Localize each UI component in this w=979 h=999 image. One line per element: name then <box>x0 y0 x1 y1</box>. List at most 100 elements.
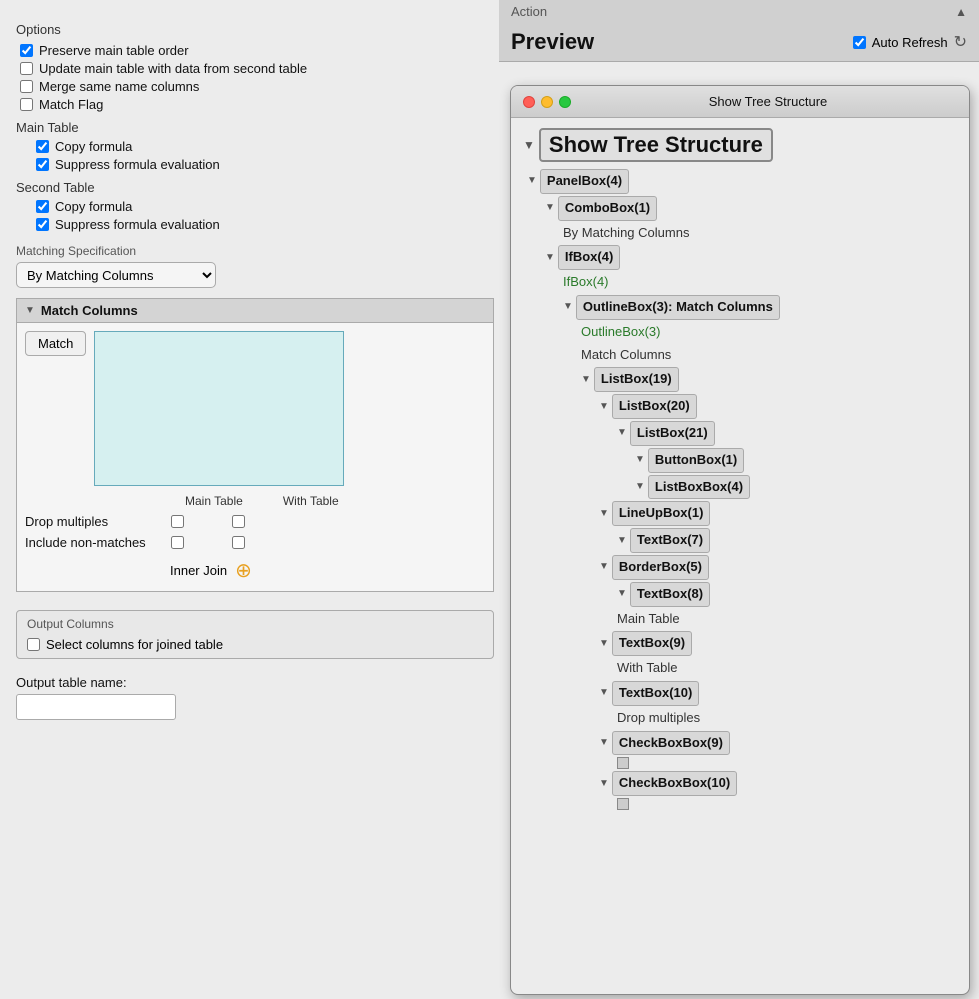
auto-refresh-row: Auto Refresh ↻ <box>853 32 967 52</box>
tree-root-node: ▼ Show Tree Structure <box>523 126 957 164</box>
output-columns-label: Output Columns <box>27 617 483 631</box>
matching-spec-select[interactable]: By Matching Columns <box>16 262 216 288</box>
tree-popup-title: Show Tree Structure <box>579 94 957 109</box>
tree-expand-icon[interactable]: ▼ <box>599 636 609 652</box>
option-merge-columns: Merge same name columns <box>16 79 494 94</box>
tree-expand-icon[interactable]: ▼ <box>635 452 645 468</box>
tree-expand-icon[interactable]: ▼ <box>599 735 609 751</box>
include-non-matches-main-checkbox[interactable] <box>171 536 184 549</box>
checkbox-merge-columns[interactable] <box>20 80 33 93</box>
match-list-area[interactable] <box>94 331 344 486</box>
checkbox-main-suppress-formula[interactable] <box>36 158 49 171</box>
checkbox-main-copy-formula[interactable] <box>36 140 49 153</box>
checkbox-second-copy-formula[interactable] <box>36 200 49 213</box>
tree-expand-icon[interactable]: ▼ <box>599 776 609 792</box>
checkbox-preserve-order[interactable] <box>20 44 33 57</box>
tree-expand-icon[interactable]: ▼ <box>599 506 609 522</box>
output-table-name-section: Output table name: <box>16 675 494 720</box>
drop-multiples-row: Drop multiples <box>25 514 485 529</box>
tree-label-bold: TextBox(10) <box>612 681 699 706</box>
tree-node: OutlineBox(3) <box>523 321 957 344</box>
tree-checkbox[interactable] <box>617 757 629 769</box>
tree-node: ▼ButtonBox(1) <box>523 447 957 474</box>
tree-label-bold: OutlineBox(3): Match Columns <box>576 295 780 320</box>
drop-multiples-with-checkbox[interactable] <box>232 515 245 528</box>
tree-node: ▼LineUpBox(1) <box>523 500 957 527</box>
tree-label-bold: ButtonBox(1) <box>648 448 744 473</box>
tree-label-bold: TextBox(9) <box>612 631 692 656</box>
close-button[interactable] <box>523 96 535 108</box>
tree-node: With Table <box>523 657 957 680</box>
include-non-matches-label: Include non-matches <box>25 535 165 550</box>
table-headers: Main Table With Table <box>25 494 485 508</box>
tree-popup-body: ▼ Show Tree Structure ▼PanelBox(4)▼Combo… <box>511 118 969 986</box>
maximize-button[interactable] <box>559 96 571 108</box>
inner-join-toggle[interactable]: ⊕ <box>235 558 252 583</box>
tree-label-bold: ListBox(19) <box>594 367 679 392</box>
tree-nodes-container: ▼PanelBox(4)▼ComboBox(1)By Matching Colu… <box>523 168 957 811</box>
tree-node: ▼IfBox(4) <box>523 244 957 271</box>
main-copy-formula: Copy formula <box>32 139 494 154</box>
tree-node <box>523 756 957 770</box>
preview-bar: Preview Auto Refresh ↻ <box>499 23 979 62</box>
checkbox-match-flag[interactable] <box>20 98 33 111</box>
tree-node: ▼ComboBox(1) <box>523 195 957 222</box>
match-button[interactable]: Match <box>25 331 86 356</box>
tree-expand-icon[interactable]: ▼ <box>617 533 627 549</box>
tree-label-bold: CheckBoxBox(10) <box>612 771 737 796</box>
tree-node: ▼ListBox(19) <box>523 366 957 393</box>
tree-expand-icon[interactable]: ▼ <box>599 559 609 575</box>
tree-expand-icon[interactable]: ▼ <box>545 200 555 216</box>
select-columns-checkbox[interactable] <box>27 638 40 651</box>
main-copy-formula-label: Copy formula <box>55 139 132 154</box>
main-table-col-header: Main Table <box>185 494 243 508</box>
drop-multiples-main-checkbox[interactable] <box>171 515 184 528</box>
tree-expand-icon[interactable]: ▼ <box>635 479 645 495</box>
include-non-matches-row: Include non-matches <box>25 535 485 550</box>
tree-node: ▼PanelBox(4) <box>523 168 957 195</box>
second-table-options: Copy formula Suppress formula evaluation <box>32 199 494 232</box>
main-table-options: Copy formula Suppress formula evaluation <box>32 139 494 172</box>
tree-expand-icon[interactable]: ▼ <box>599 685 609 701</box>
tree-checkbox[interactable] <box>617 798 629 810</box>
tree-expand-icon[interactable]: ▼ <box>617 425 627 441</box>
match-columns-section: ▼ Match Columns Match Main Table With Ta… <box>16 298 494 592</box>
drop-multiples-checkboxes <box>171 515 245 528</box>
checkbox-update-main[interactable] <box>20 62 33 75</box>
tree-expand-icon[interactable]: ▼ <box>617 586 627 602</box>
tree-label-bold: PanelBox(4) <box>540 169 629 194</box>
tree-node: ▼OutlineBox(3): Match Columns <box>523 294 957 321</box>
output-columns-section: Output Columns Select columns for joined… <box>16 610 494 659</box>
tree-label-bold: ListBox(20) <box>612 394 697 419</box>
main-suppress-formula: Suppress formula evaluation <box>32 157 494 172</box>
refresh-icon[interactable]: ↻ <box>954 32 967 52</box>
drop-multiples-label: Drop multiples <box>25 514 165 529</box>
output-table-name-input[interactable] <box>16 694 176 720</box>
tree-node: ▼CheckBoxBox(9) <box>523 730 957 757</box>
root-collapse-icon[interactable]: ▼ <box>523 138 535 152</box>
tree-label-plain: By Matching Columns <box>563 223 689 244</box>
tree-expand-icon[interactable]: ▼ <box>563 299 573 315</box>
inner-join-label: Inner Join <box>170 563 227 578</box>
matching-spec-label: Matching Specification <box>16 244 494 258</box>
match-area: Match <box>25 331 485 486</box>
auto-refresh-checkbox[interactable] <box>853 36 866 49</box>
action-bar: Action ▲ <box>499 0 979 23</box>
minimize-button[interactable] <box>541 96 553 108</box>
option-update-main-label: Update main table with data from second … <box>39 61 307 76</box>
tree-expand-icon[interactable]: ▼ <box>599 399 609 415</box>
action-label: Action <box>511 4 547 19</box>
checkbox-second-suppress-formula[interactable] <box>36 218 49 231</box>
tree-node: ▼CheckBoxBox(10) <box>523 770 957 797</box>
tree-expand-icon[interactable]: ▼ <box>581 372 591 388</box>
tree-node: By Matching Columns <box>523 222 957 245</box>
tree-node: Match Columns <box>523 344 957 367</box>
second-copy-formula-label: Copy formula <box>55 199 132 214</box>
tree-expand-icon[interactable]: ▼ <box>527 173 537 189</box>
match-columns-title: Match Columns <box>41 303 138 318</box>
tree-expand-icon[interactable]: ▼ <box>545 250 555 266</box>
tree-label-bold: BorderBox(5) <box>612 555 709 580</box>
output-table-name-label: Output table name: <box>16 675 494 690</box>
include-non-matches-with-checkbox[interactable] <box>232 536 245 549</box>
main-suppress-formula-label: Suppress formula evaluation <box>55 157 220 172</box>
